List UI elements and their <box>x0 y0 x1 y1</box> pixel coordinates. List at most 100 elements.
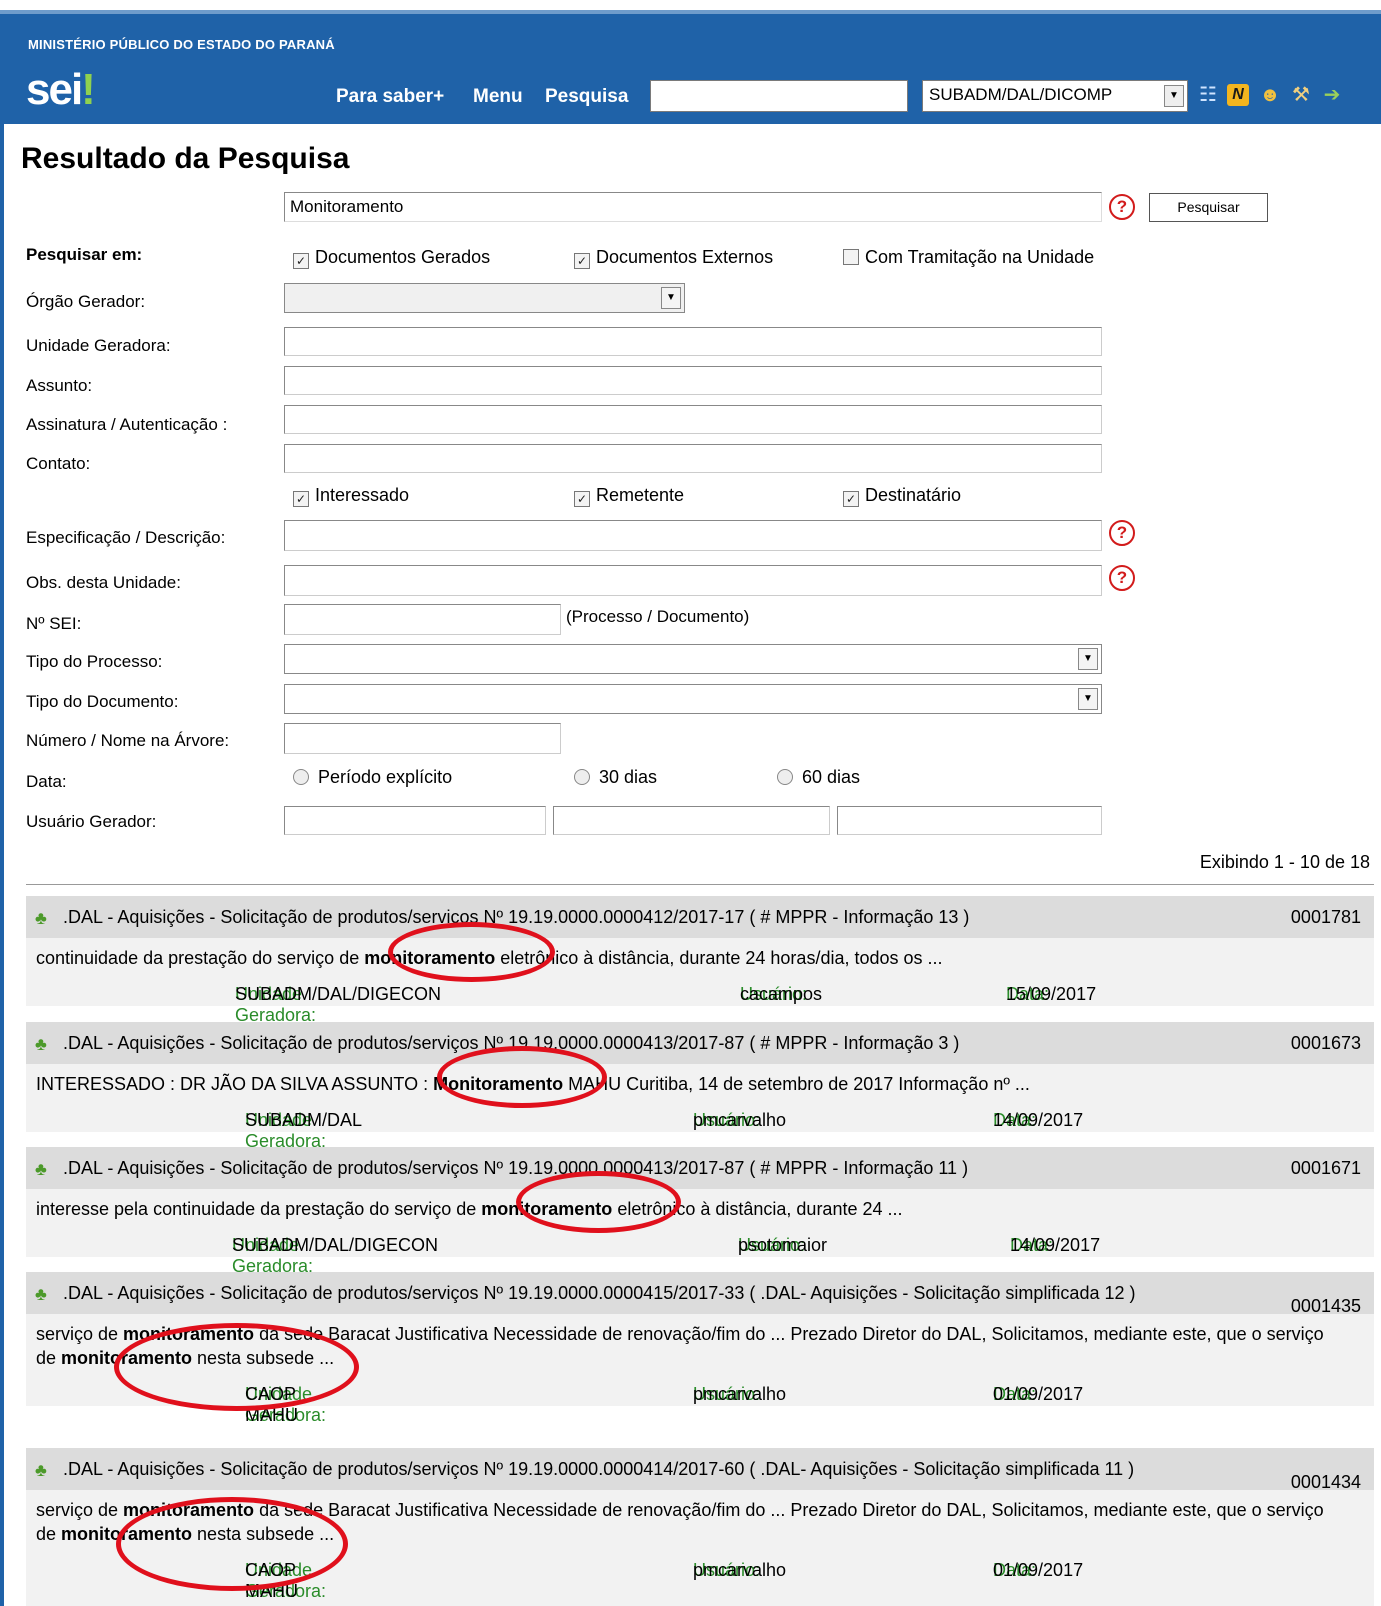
main-search-input[interactable] <box>284 192 1102 222</box>
result-item: ♣ .DAL - Aquisições - Solicitação de pro… <box>26 1448 1374 1606</box>
assinatura-label: Assinatura / Autenticação : <box>26 415 228 434</box>
logo-text: sei <box>26 65 83 114</box>
meta-data: 01/09/2017 <box>993 1384 1084 1404</box>
result-meta: Unidade Geradora: SUBADM/DAL/DIGECON Usu… <box>26 972 1374 1025</box>
chk-documentos-gerados[interactable]: ✓ Documentos Gerados <box>293 247 490 269</box>
numero-input[interactable] <box>284 723 561 754</box>
tipo-processo-select[interactable]: ▼ <box>284 644 1102 674</box>
unit-select[interactable]: SUBADM/DAL/DICOMP ▼ <box>922 80 1188 112</box>
result-snippet: serviço de monitoramento da sede Baracat… <box>26 1490 1374 1548</box>
unidade-input[interactable] <box>284 327 1102 356</box>
obs-input[interactable] <box>284 565 1102 596</box>
result-number-link[interactable]: 0001671 <box>1291 1156 1361 1180</box>
result-title-link[interactable]: .DAL - Aquisições - Solicitação de produ… <box>63 1158 968 1178</box>
divider <box>26 884 1374 885</box>
assinatura-input[interactable] <box>284 405 1102 434</box>
notes-icon[interactable]: N <box>1227 84 1249 106</box>
chevron-down-icon[interactable]: ▼ <box>1164 85 1184 107</box>
result-number-link[interactable]: 0001781 <box>1291 905 1361 929</box>
list-icon[interactable]: ☷ <box>1196 82 1220 108</box>
chevron-down-icon[interactable]: ▼ <box>1078 648 1098 670</box>
assunto-input[interactable] <box>284 366 1102 395</box>
tree-icon: ♣ <box>35 1159 47 1179</box>
checkbox-checked-icon[interactable]: ✓ <box>293 253 309 269</box>
radio-label: 30 dias <box>599 767 658 787</box>
header-search-input[interactable] <box>650 80 908 112</box>
snippet-text: interesse pela continuidade da prestação… <box>36 1199 482 1219</box>
chk-label: Destinatário <box>865 485 962 505</box>
checkbox-unchecked-icon[interactable] <box>843 249 859 265</box>
chk-com-tramitacao[interactable]: Com Tramitação na Unidade <box>843 247 1094 268</box>
nsei-input[interactable] <box>284 604 561 635</box>
meta-usuario: psotomaior <box>738 1235 828 1255</box>
link-menu[interactable]: Menu <box>473 86 523 108</box>
left-border <box>0 124 4 1606</box>
usuario-input-1[interactable] <box>284 806 546 835</box>
snippet-text: nesta subsede ... <box>192 1348 335 1368</box>
tree-icon: ♣ <box>35 908 47 928</box>
meta-unidade: CAOP MAHU <box>245 1560 298 1601</box>
nsei-label: Nº SEI: <box>26 614 82 633</box>
exit-icon[interactable]: ➔ <box>1320 82 1344 108</box>
checkbox-checked-icon[interactable]: ✓ <box>843 491 859 507</box>
user-icon[interactable]: ☻ <box>1258 82 1282 108</box>
search-in-label: Pesquisar em: <box>26 245 143 264</box>
radio-60-dias[interactable]: 60 dias <box>777 767 860 788</box>
meta-usuario: pmcarvalho <box>693 1110 787 1130</box>
snippet-text: eletrônico à distância, durante 24 ... <box>612 1199 903 1219</box>
result-item: ♣ .DAL - Aquisições - Solicitação de pro… <box>26 1147 1374 1276</box>
help-icon[interactable]: ? <box>1109 194 1135 220</box>
radio-icon[interactable] <box>574 769 590 785</box>
meta-usuario: pmcarvalho <box>693 1560 787 1580</box>
result-title-link[interactable]: .DAL - Aquisições - Solicitação de produ… <box>63 1283 1136 1303</box>
chk-destinatario[interactable]: ✓ Destinatário <box>843 485 961 507</box>
wrench-icon[interactable]: ⚒ <box>1289 82 1313 108</box>
contato-input[interactable] <box>284 444 1102 473</box>
usuario-input-3[interactable] <box>837 806 1102 835</box>
tree-icon: ♣ <box>35 1460 47 1480</box>
chevron-down-icon[interactable]: ▼ <box>1078 688 1098 710</box>
snippet-text: serviço de <box>36 1324 124 1344</box>
sei-logo[interactable]: sei! <box>26 65 96 115</box>
checkbox-checked-icon[interactable]: ✓ <box>574 491 590 507</box>
result-item: ♣ .DAL - Aquisições - Solicitação de pro… <box>26 1022 1374 1151</box>
snippet-text: INTERESSADO : DR JÃO DA SILVA ASSUNTO : <box>36 1074 434 1094</box>
result-header: ♣ .DAL - Aquisições - Solicitação de pro… <box>26 896 1374 938</box>
result-snippet: INTERESSADO : DR JÃO DA SILVA ASSUNTO : … <box>26 1064 1374 1098</box>
snippet-highlight: monitoramento <box>61 1524 193 1544</box>
result-title-link[interactable]: .DAL - Aquisições - Solicitação de produ… <box>63 1459 1134 1479</box>
help-icon[interactable]: ? <box>1109 565 1135 591</box>
help-icon[interactable]: ? <box>1109 520 1135 546</box>
especificacao-input[interactable] <box>284 520 1102 551</box>
orgao-select[interactable]: ▼ <box>284 283 685 313</box>
result-snippet: serviço de monitoramento da sede Baracat… <box>26 1314 1374 1372</box>
link-para-saber[interactable]: Para saber+ <box>336 86 444 108</box>
chk-remetente[interactable]: ✓ Remetente <box>574 485 684 507</box>
usuario-input-2[interactable] <box>553 806 830 835</box>
chk-documentos-externos[interactable]: ✓ Documentos Externos <box>574 247 773 269</box>
chk-interessado[interactable]: ✓ Interessado <box>293 485 409 507</box>
result-meta: Unidade Geradora: SUBADM/DAL Usuário: pm… <box>26 1098 1374 1151</box>
result-number-link[interactable]: 0001673 <box>1291 1031 1361 1055</box>
chevron-down-icon[interactable]: ▼ <box>661 287 681 309</box>
radio-label: 60 dias <box>802 767 861 787</box>
radio-30-dias[interactable]: 30 dias <box>574 767 657 788</box>
radio-icon[interactable] <box>293 769 309 785</box>
radio-periodo-explicito[interactable]: Período explícito <box>293 767 452 788</box>
meta-unidade: SUBADM/DAL/DIGECON <box>232 1235 439 1255</box>
radio-icon[interactable] <box>777 769 793 785</box>
result-header: ♣ .DAL - Aquisições - Solicitação de pro… <box>26 1448 1374 1492</box>
checkbox-checked-icon[interactable]: ✓ <box>293 491 309 507</box>
checkbox-checked-icon[interactable]: ✓ <box>574 253 590 269</box>
meta-usuario: pmcarvalho <box>693 1384 787 1404</box>
tipo-documento-select[interactable]: ▼ <box>284 684 1102 714</box>
chk-label: Interessado <box>315 485 410 505</box>
snippet-text: nesta subsede ... <box>192 1524 335 1544</box>
result-title-link[interactable]: .DAL - Aquisições - Solicitação de produ… <box>63 907 969 927</box>
pesquisar-button[interactable]: Pesquisar <box>1149 193 1268 222</box>
link-pesquisa[interactable]: Pesquisa <box>545 86 628 108</box>
result-title-link[interactable]: .DAL - Aquisições - Solicitação de produ… <box>63 1033 959 1053</box>
assunto-label: Assunto: <box>26 376 93 395</box>
snippet-text: eletrônico à distância, durante 24 horas… <box>495 948 943 968</box>
result-meta: Unidade Geradora: SUBADM/DAL/DIGECON Usu… <box>26 1223 1374 1276</box>
